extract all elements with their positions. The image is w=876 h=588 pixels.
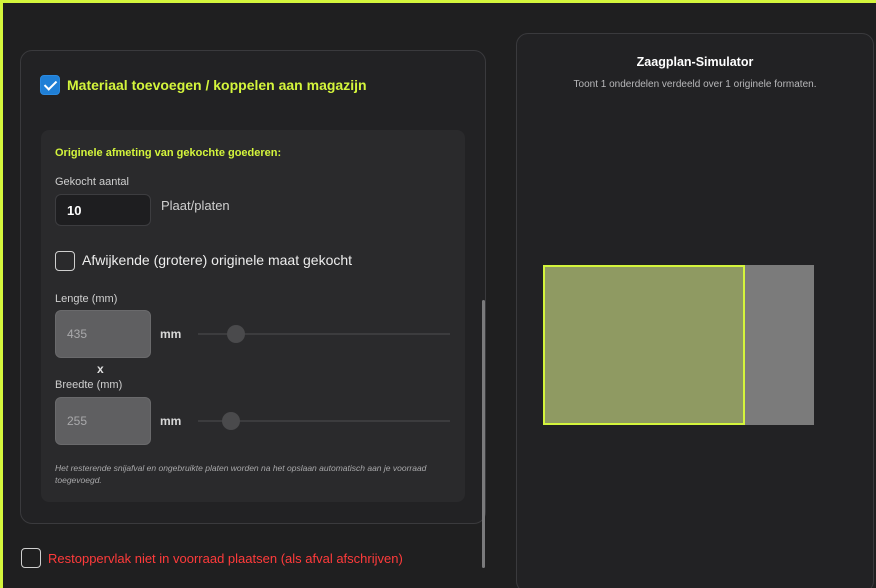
quantity-label: Gekocht aantal — [55, 176, 129, 188]
link-material-checkbox[interactable] — [40, 75, 60, 95]
scrollbar-thumb[interactable] — [482, 300, 485, 568]
quantity-unit: Plaat/platen — [161, 198, 230, 213]
length-label: Lengte (mm) — [55, 293, 118, 305]
length-input[interactable]: 435 — [55, 310, 151, 358]
stock-note: Het resterende snijafval en ongebruikte … — [55, 463, 427, 485]
width-input[interactable]: 255 — [55, 397, 151, 445]
width-label: Breedte (mm) — [55, 379, 123, 391]
section-title: Originele afmeting van gekochte goederen… — [55, 147, 282, 159]
length-unit: mm — [160, 327, 182, 341]
rest-area-checkbox[interactable] — [21, 548, 41, 568]
deviating-size-checkbox[interactable] — [55, 251, 75, 271]
simulator-subtitle: Toont 1 onderdelen verdeeld over 1 origi… — [573, 79, 817, 90]
dimension-separator: x — [97, 362, 104, 376]
width-unit: mm — [160, 414, 182, 428]
quantity-input[interactable]: 10 — [55, 194, 151, 226]
link-material-label[interactable]: Materiaal toevoegen / koppelen aan magaz… — [67, 77, 367, 93]
simulator-title: Zaagplan-Simulator — [636, 55, 754, 69]
deviating-size-label[interactable]: Afwijkende (grotere) originele maat geko… — [82, 252, 352, 268]
length-slider-thumb[interactable] — [227, 325, 245, 343]
rest-area-label[interactable]: Restoppervlak niet in voorraad plaatsen … — [48, 551, 403, 566]
width-slider-thumb[interactable] — [222, 412, 240, 430]
cut-part — [543, 265, 745, 425]
